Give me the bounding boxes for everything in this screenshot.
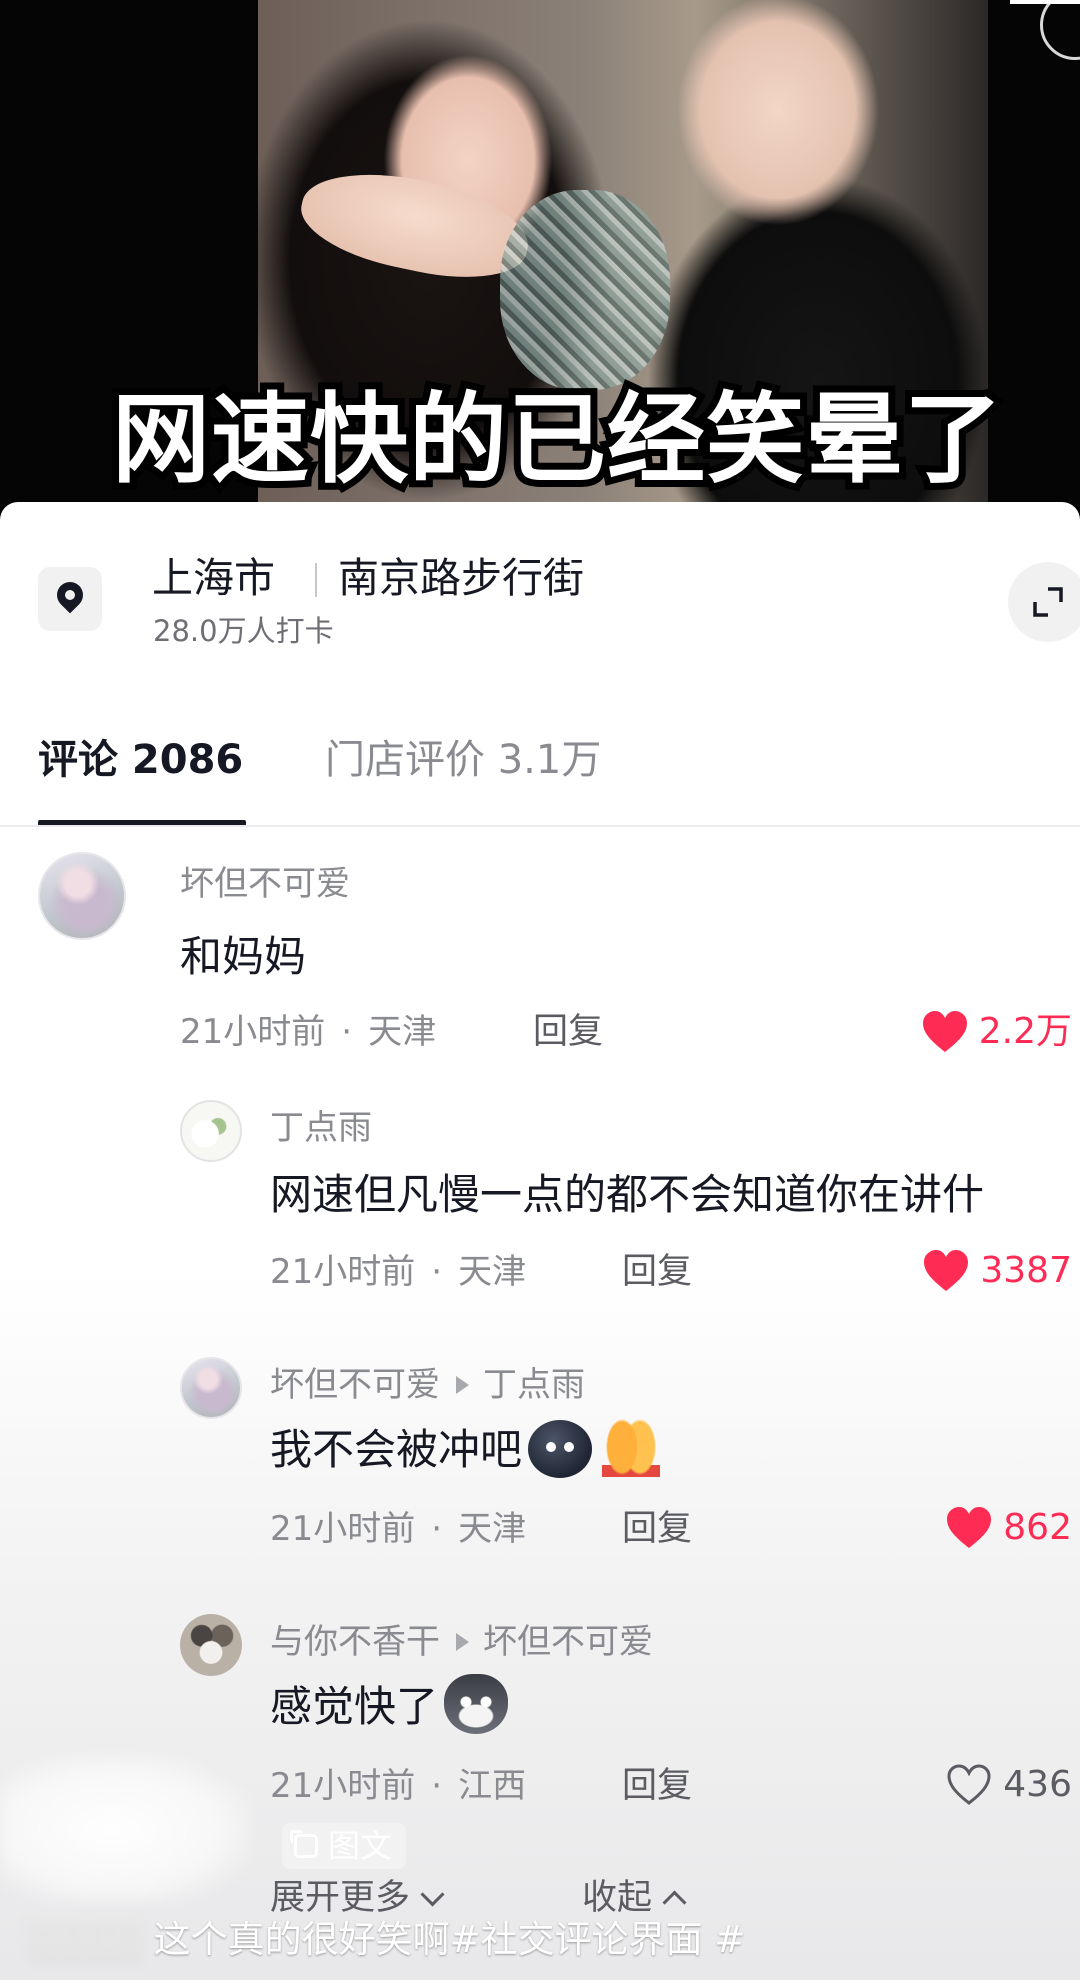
comment-region: 天津 [368,1012,437,1052]
comment-username[interactable]: 坏但不可爱 [180,862,350,906]
checkin-count: 28.0万人打卡 [153,614,334,648]
comment-time: 21小时前 [270,1509,416,1549]
reply-button[interactable]: 回复 [533,1010,603,1054]
like-count: 436 [1003,1764,1072,1805]
comment-meta: 21小时前 · 天津 [270,1252,527,1292]
reply-to-username[interactable]: 坏但不可爱 [483,1622,653,1662]
video-caption: 网速快的已经笑晕了 [105,376,1009,504]
heart-filled-icon [947,1507,992,1548]
husky-emoji-icon [444,1673,509,1734]
comment-username[interactable]: 坏但不可爱 [270,1365,440,1405]
heart-filled-icon [922,1011,967,1052]
comment-region: 江西 [458,1766,527,1806]
blurred-text: ▒▒▒▒ [28,1918,154,1961]
reply-button[interactable]: 回复 [622,1250,692,1294]
image-text-icon [290,1830,318,1858]
comment-username-thread: 与你不香干 坏但不可爱 [270,1620,653,1664]
image-text-tag[interactable]: 图文 [282,1823,407,1869]
comment-username[interactable]: 与你不香干 [270,1622,440,1662]
reply-button[interactable]: 回复 [622,1764,692,1808]
video-frame-detail [500,190,670,390]
comment-text: 我不会被冲吧 [270,1425,523,1474]
comment-tabs: 评论 2086 门店评价 3.1万 [0,722,1080,832]
location-city[interactable]: 上海市 [152,550,275,606]
praying-hands-emoji-icon [602,1416,661,1477]
comment-time: 21小时前 [270,1252,416,1292]
like-count: 3387 [980,1250,1072,1291]
reply-arrow-icon [456,1375,469,1394]
description-text: 这个真的很好笑啊#社交评论界面 # [153,1918,746,1961]
comment-text: 和妈妈 [180,932,307,981]
location-place[interactable]: 南京路步行街 [338,550,584,606]
tab-comments[interactable]: 评论 2086 [38,732,243,788]
location-pin-icon[interactable] [38,567,102,631]
post-description[interactable]: ▒▒▒▒ 这个真的很好笑啊#社交评论界面 # [28,1910,745,1970]
comment-text-row: 感觉快了 [270,1673,509,1740]
like-count: 862 [1003,1507,1072,1548]
like-button[interactable]: 3387 [922,1246,1072,1296]
comment-region: 天津 [458,1509,527,1549]
comment-time: 21小时前 [180,1012,326,1052]
dark-bird-emoji-icon [528,1419,593,1478]
like-button[interactable]: 436 [945,1760,1072,1810]
avatar[interactable] [180,1100,242,1162]
video-overlay-line [1010,0,1080,10]
location-separator [315,563,317,597]
avatar[interactable] [38,852,126,940]
like-button[interactable]: 862 [945,1503,1072,1553]
avatar[interactable] [180,1614,242,1676]
expand-button[interactable] [1008,562,1080,642]
reply-arrow-icon [456,1632,469,1651]
comment-text: 感觉快了 [270,1682,439,1731]
video-player[interactable]: 网速快的已经笑晕了 [0,0,1080,510]
expand-icon [1033,587,1063,617]
comment-text-row: 我不会被冲吧 [270,1416,661,1483]
comment-time: 21小时前 [270,1766,416,1806]
comment-username-thread: 坏但不可爱 丁点雨 [270,1363,585,1407]
chevron-down-icon [420,1882,445,1907]
heart-outline-icon [947,1764,991,1805]
comment-text: 网速但凡慢一点的都不会知道你在讲什 [270,1170,985,1219]
image-text-label: 图文 [328,1827,393,1865]
reply-button[interactable]: 回复 [622,1507,692,1551]
blurred-overlay [0,1755,250,1905]
comment-region: 天津 [458,1252,527,1292]
heart-filled-icon [924,1250,969,1291]
reply-to-username[interactable]: 丁点雨 [483,1365,585,1405]
tab-store-reviews[interactable]: 门店评价 3.1万 [325,732,601,788]
like-button[interactable]: 2.2万 [921,1007,1072,1057]
divider [0,825,1080,827]
comment-meta: 21小时前 · 天津 [180,1012,437,1052]
avatar[interactable] [180,1357,242,1419]
comment-meta: 21小时前 · 天津 [270,1509,527,1549]
comment-username[interactable]: 丁点雨 [270,1106,372,1150]
comment-meta: 21小时前 · 江西 [270,1766,527,1806]
like-count: 2.2万 [978,1011,1072,1052]
